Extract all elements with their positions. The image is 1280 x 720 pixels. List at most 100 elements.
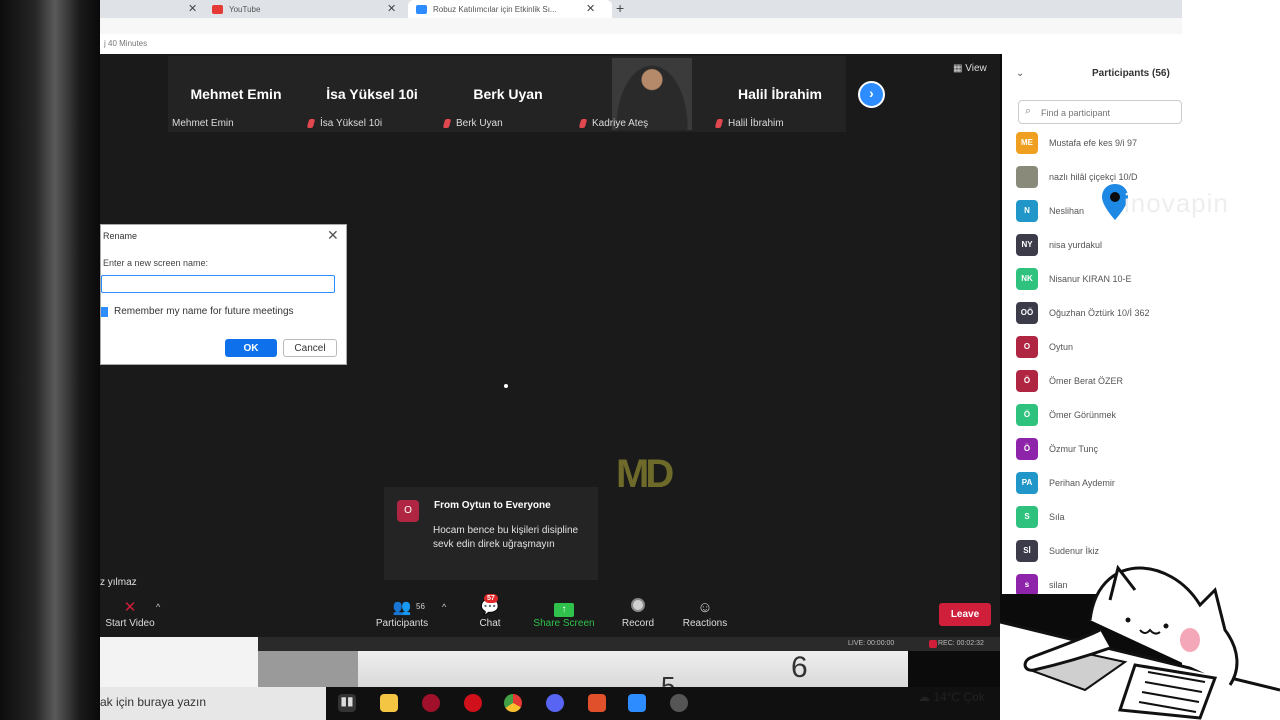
window-title: j 40 Minutes <box>104 39 148 48</box>
participant-row[interactable]: NK Nisanur KIRAN 10-E <box>1016 268 1182 292</box>
participant-name: nazlı hilâl çiçekçi 10/D <box>1049 172 1138 182</box>
search-input[interactable] <box>1039 104 1181 122</box>
video-tile[interactable]: Halil İbrahim Halil İbrahim <box>712 56 848 132</box>
participant-row[interactable]: nazlı hilâl çiçekçi 10/D <box>1016 166 1182 190</box>
record-label: Record <box>621 618 655 629</box>
tile-label: İsa Yüksel 10i <box>320 118 383 129</box>
leave-button[interactable]: Leave <box>939 603 991 626</box>
chat-unread-badge: 57 <box>484 594 498 603</box>
screen-name-input[interactable] <box>101 275 335 293</box>
live-timer: LIVE: 00:00:00 <box>848 640 895 647</box>
participant-row[interactable]: Ö Özmur Tunç <box>1016 438 1182 462</box>
close-tab-icon[interactable]: ✕ <box>188 2 197 15</box>
weather-widget[interactable]: ☁ 14°C Çok <box>918 690 985 704</box>
new-tab-button[interactable]: + <box>616 0 624 16</box>
tab-youtube[interactable]: YouTube <box>212 0 396 18</box>
zoom-status-bar: LIVE: 00:00:00 REC: 00:02:32 <box>258 637 1000 651</box>
rename-dialog: Rename ✕ Enter a new screen name: Rememb… <box>100 224 347 365</box>
muted-mic-icon <box>578 119 588 128</box>
browser-tab-strip: ✕ YouTube ✕ Robuz Katılımcılar için Etki… <box>100 0 1182 18</box>
record-button[interactable]: Record <box>618 598 658 629</box>
start-video-button[interactable]: ✕ Start Video <box>100 598 160 629</box>
task-view-icon[interactable]: ▮▮ <box>338 694 356 712</box>
channel-watermark: MD <box>616 452 674 496</box>
windows-taskbar: ak için buraya yazın ▮▮ <box>100 687 1004 720</box>
participant-row[interactable]: NY nisa yurdakul <box>1016 234 1182 258</box>
app-icon[interactable] <box>588 694 606 712</box>
view-label: View <box>965 63 987 74</box>
caret-up-icon[interactable]: ^ <box>156 602 160 612</box>
chevron-right-icon: › <box>869 85 874 101</box>
overlay-watermark: inovapin <box>1124 188 1229 218</box>
close-tab-icon[interactable]: ✕ <box>387 2 396 15</box>
file-explorer-icon[interactable] <box>380 694 398 712</box>
opera-icon[interactable] <box>464 694 482 712</box>
participants-panel: ⌄ Participants (56) ⌕ ME Mustafa efe kes … <box>1002 54 1182 594</box>
video-tile[interactable]: Mehmet Emin Mehmet Emin <box>168 56 304 132</box>
avatar: S <box>1016 506 1038 528</box>
dialog-prompt: Enter a new screen name: <box>103 258 209 268</box>
participant-row[interactable]: S Sıla <box>1016 506 1182 530</box>
video-tile[interactable]: Berk Uyan Berk Uyan <box>440 56 576 132</box>
chrome-icon[interactable] <box>504 694 522 712</box>
close-tab-icon[interactable]: ✕ <box>586 2 595 15</box>
caret-up-icon[interactable]: ^ <box>442 602 446 612</box>
participants-count: 56 <box>416 602 425 611</box>
participant-row[interactable]: O Oytun <box>1016 336 1182 360</box>
participant-row[interactable]: OÖ Oğuzhan Öztürk 10/İ 362 <box>1016 302 1182 326</box>
obs-icon[interactable] <box>670 694 688 712</box>
browser-toolbar <box>100 18 1182 34</box>
avatar: ME <box>1016 132 1038 154</box>
avatar: N <box>1016 200 1038 222</box>
share-screen-icon: ↑ <box>554 603 574 617</box>
opera-gx-icon[interactable] <box>422 694 440 712</box>
share-screen-button[interactable]: ↑ Share Screen <box>532 598 596 629</box>
reactions-label: Reactions <box>682 618 728 629</box>
avatar: OÖ <box>1016 302 1038 324</box>
avatar: NK <box>1016 268 1038 290</box>
weather-text: 14°C Çok <box>933 690 985 704</box>
desktop-background <box>100 637 258 687</box>
panel-title: Participants (56) <box>1092 68 1170 79</box>
chat-button[interactable]: 💬 Chat 57 <box>470 594 510 629</box>
participant-name: Ömer Berat ÖZER <box>1049 376 1124 386</box>
zoom-taskbar-icon[interactable] <box>628 694 646 712</box>
tile-label: Berk Uyan <box>456 118 503 129</box>
participant-name: Nisanur KIRAN 10-E <box>1049 274 1132 284</box>
avatar: Ö <box>1016 438 1038 460</box>
ok-button[interactable]: OK <box>225 339 277 357</box>
left-blur-band <box>0 0 100 720</box>
tab-zoom-meeting[interactable]: Robuz Katılımcılar için Etkinlik Sı... <box>408 0 612 18</box>
search-icon: ⌕ <box>1025 105 1032 117</box>
participant-row[interactable]: ME Mustafa efe kes 9/i 97 <box>1016 132 1182 156</box>
remember-checkbox[interactable] <box>101 307 108 317</box>
participant-row[interactable]: PA Perihan Aydemir <box>1016 472 1182 496</box>
chat-notification[interactable]: O From Oytun to Everyone Hocam bence bu … <box>384 487 598 580</box>
chevron-down-icon[interactable]: ⌄ <box>1016 68 1024 79</box>
reactions-button[interactable]: ☺ Reactions <box>680 598 730 629</box>
meeting-toolbar: ✕ Start Video ^ 👥 Participants 56 ^ 💬 Ch… <box>100 594 1000 637</box>
wallpaper-digit: 6 <box>791 651 808 684</box>
video-tile[interactable]: Kadriye Ateş <box>576 56 712 132</box>
tile-display-name: Berk Uyan <box>473 86 543 102</box>
next-page-button[interactable]: › <box>858 81 885 108</box>
participant-search[interactable]: ⌕ <box>1018 100 1182 124</box>
participant-row[interactable]: Ö Ömer Berat ÖZER <box>1016 370 1182 394</box>
tile-name-label: Halil İbrahim <box>714 118 784 129</box>
muted-mic-icon <box>714 119 724 128</box>
record-icon <box>631 598 645 612</box>
participant-row[interactable]: Ö Ömer Görünmek <box>1016 404 1182 428</box>
video-tile[interactable]: İsa Yüksel 10i İsa Yüksel 10i <box>304 56 440 132</box>
chat-label: Chat <box>479 618 501 629</box>
share-screen-label: Share Screen <box>533 618 595 629</box>
view-button[interactable]: ▦ View <box>953 63 987 74</box>
reactions-icon: ☺ <box>697 599 713 616</box>
participant-name: Oytun <box>1049 342 1074 352</box>
discord-icon[interactable] <box>546 694 564 712</box>
taskbar-search-text[interactable]: ak için buraya yazın <box>100 695 206 709</box>
participant-name: Oğuzhan Öztürk 10/İ 362 <box>1049 308 1150 318</box>
tile-display-name: Mehmet Emin <box>190 86 282 102</box>
cancel-button[interactable]: Cancel <box>283 339 337 357</box>
tile-name-label: Mehmet Emin <box>172 118 234 129</box>
close-icon[interactable]: ✕ <box>327 227 339 244</box>
